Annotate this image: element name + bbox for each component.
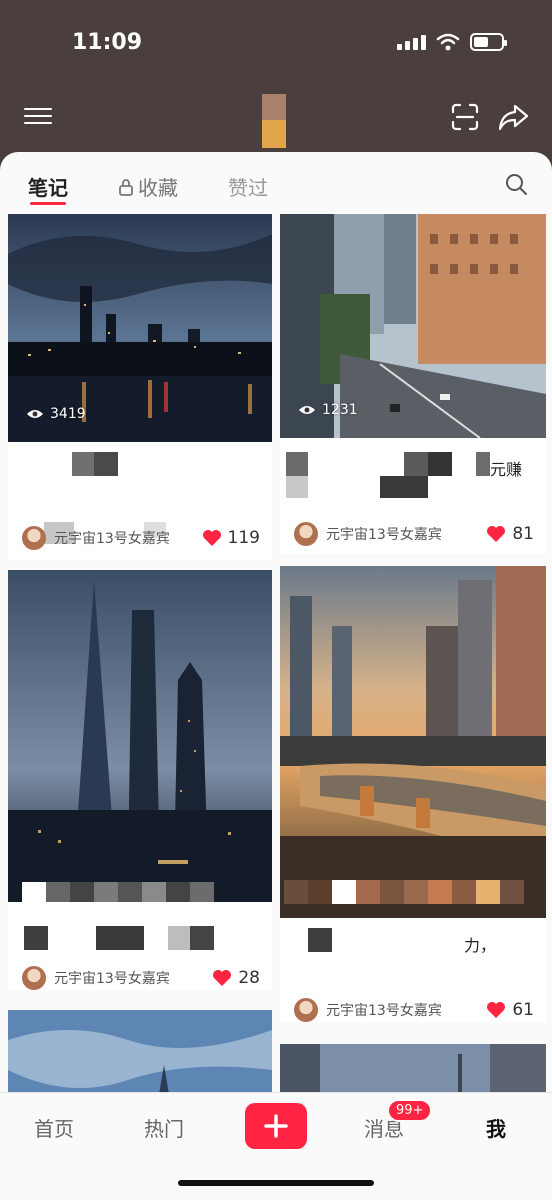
eye-icon — [299, 406, 315, 414]
author-name[interactable]: 元宇宙13号女嘉宾 — [326, 524, 442, 544]
plus-icon — [264, 1114, 288, 1138]
home-indicator — [178, 1180, 374, 1186]
view-count: 1231 — [298, 402, 358, 418]
create-note-button[interactable] — [245, 1103, 307, 1149]
like-button[interactable]: 28 — [212, 968, 260, 988]
content-sheet: 笔记 收藏 赞过 3419 元宇宙13号女嘉宾 119 1231 元赚 元宇宙1… — [0, 152, 552, 1200]
menu-button[interactable] — [24, 104, 52, 128]
tab-liked[interactable]: 赞过 — [228, 172, 268, 201]
like-button[interactable]: 119 — [202, 528, 260, 548]
note-meta: 元宇宙13号女嘉宾 28 — [22, 964, 260, 990]
note-card[interactable] — [8, 1010, 272, 1100]
lock-icon — [119, 178, 133, 196]
view-count: 3419 — [26, 406, 86, 422]
note-card[interactable]: 元宇宙13号女嘉宾 28 — [8, 570, 272, 990]
heart-icon — [202, 530, 221, 546]
like-button[interactable]: 81 — [486, 524, 534, 544]
tab-notes[interactable]: 笔记 — [28, 172, 68, 201]
battery-level — [474, 37, 489, 47]
cellular-signal-icon — [397, 34, 426, 50]
note-cover-image — [280, 566, 546, 918]
scan-icon[interactable] — [450, 102, 480, 132]
menu-icon — [24, 108, 52, 110]
tab-bar: 笔记 收藏 赞过 — [0, 152, 552, 214]
note-card[interactable]: 力， 元宇宙13号女嘉宾 61 — [280, 566, 546, 1022]
note-cover-image: 1231 — [280, 214, 546, 438]
search-icon[interactable] — [504, 172, 528, 196]
author-avatar[interactable] — [22, 526, 46, 550]
like-button[interactable]: 61 — [486, 1000, 534, 1020]
eye-icon — [27, 410, 43, 418]
nav-trending[interactable]: 热门 — [144, 1113, 184, 1142]
battery-icon — [470, 33, 507, 51]
status-icons — [397, 33, 507, 51]
status-time: 11:09 — [72, 30, 143, 55]
note-card[interactable]: 3419 元宇宙13号女嘉宾 119 — [8, 214, 272, 560]
status-bar: 11:09 — [0, 0, 552, 90]
profile-avatar[interactable] — [262, 94, 286, 148]
note-meta: 元宇宙13号女嘉宾 119 — [22, 524, 260, 552]
author-name[interactable]: 元宇宙13号女嘉宾 — [54, 528, 170, 548]
author-avatar[interactable] — [22, 966, 46, 990]
author-name[interactable]: 元宇宙13号女嘉宾 — [326, 1000, 442, 1020]
note-meta: 元宇宙13号女嘉宾 61 — [294, 996, 534, 1022]
note-title-fragment: 元赚 — [490, 460, 523, 479]
nav-me[interactable]: 我 — [486, 1113, 506, 1142]
note-title-fragment: 力， — [464, 936, 497, 955]
profile-header — [0, 90, 552, 152]
heart-icon — [213, 970, 232, 986]
tab-underline — [30, 202, 66, 205]
wifi-icon — [436, 33, 460, 51]
author-avatar[interactable] — [294, 522, 318, 546]
heart-icon — [487, 526, 506, 542]
heart-icon — [487, 1002, 506, 1018]
note-cover-image — [8, 570, 272, 902]
author-avatar[interactable] — [294, 998, 318, 1022]
note-meta: 元宇宙13号女嘉宾 81 — [294, 520, 534, 548]
nav-home[interactable]: 首页 — [34, 1113, 74, 1142]
note-card[interactable]: 1231 元赚 元宇宙13号女嘉宾 81 — [280, 214, 546, 554]
share-icon[interactable] — [496, 100, 530, 134]
tab-favorites[interactable]: 收藏 — [118, 172, 178, 201]
note-cover-image: 3419 — [8, 214, 272, 442]
note-cover-image — [8, 1010, 272, 1100]
author-name[interactable]: 元宇宙13号女嘉宾 — [54, 968, 170, 988]
notification-badge: 99+ — [387, 1099, 433, 1122]
